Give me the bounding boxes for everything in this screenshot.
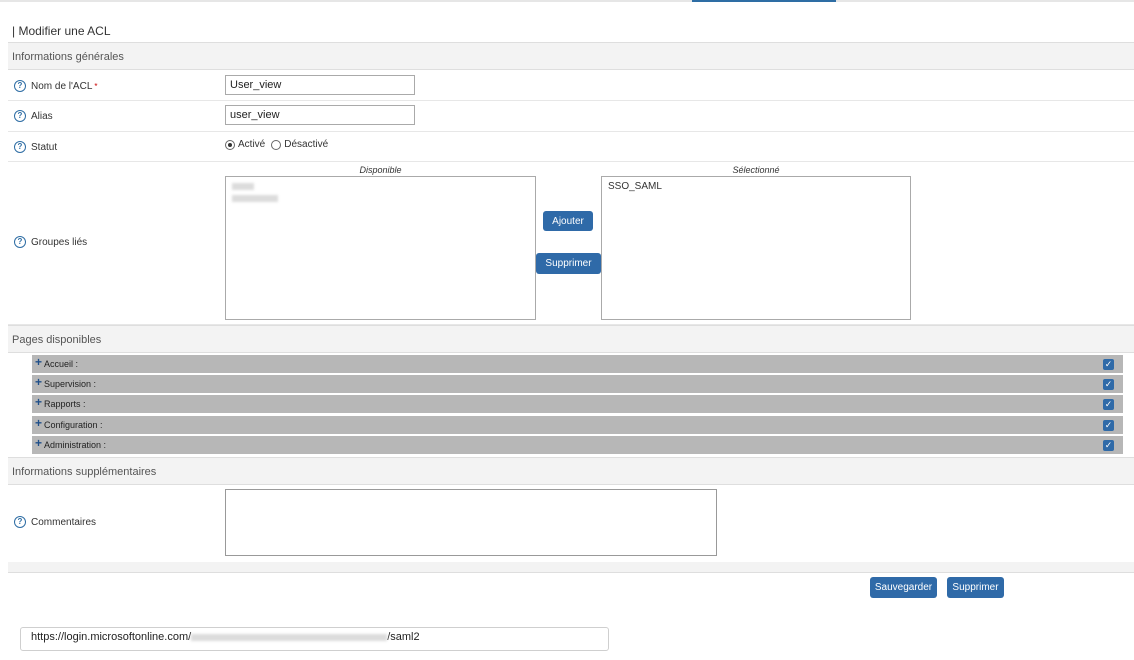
row-alias: ? Alias: [8, 101, 1134, 132]
page-label: Rapports :: [44, 399, 86, 409]
alias-label: ? Alias: [14, 110, 53, 122]
help-icon[interactable]: ?: [14, 80, 26, 92]
acl-name-label: ? Nom de l'ACL *: [14, 80, 98, 92]
comments-label-text: Commentaires: [31, 516, 97, 528]
page-checkbox[interactable]: ✓: [1103, 379, 1114, 390]
page-row-accueil[interactable]: + Accueil : ✓: [32, 355, 1123, 373]
help-icon[interactable]: ?: [14, 236, 26, 248]
section-extra-header: Informations supplémentaires: [8, 457, 1134, 485]
help-icon[interactable]: ?: [14, 110, 26, 122]
acl-name-input[interactable]: [225, 75, 415, 95]
status-radio-group: Activé Désactivé: [225, 139, 334, 150]
selected-caption: Sélectionné: [732, 165, 780, 175]
expand-plus-icon[interactable]: +: [35, 395, 42, 410]
status-label-text: Statut: [31, 141, 58, 153]
page-row-supervision[interactable]: + Supervision : ✓: [32, 375, 1123, 393]
save-button[interactable]: Sauvegarder: [870, 577, 937, 598]
page-checkbox[interactable]: ✓: [1103, 359, 1114, 370]
status-inactive-label[interactable]: Désactivé: [284, 139, 328, 150]
expand-plus-icon[interactable]: +: [35, 375, 42, 390]
alias-label-text: Alias: [31, 110, 53, 122]
page-label: Accueil :: [44, 359, 79, 369]
page-label: Administration :: [44, 440, 107, 450]
remove-group-button[interactable]: Supprimer: [536, 253, 601, 274]
page-title: | Modifier une ACL: [12, 24, 111, 38]
groups-label: ? Groupes liés: [14, 236, 87, 248]
alias-input[interactable]: [225, 105, 415, 125]
comments-textarea[interactable]: [225, 489, 717, 556]
page-label: Supervision :: [44, 379, 97, 389]
row-status: ? Statut Activé Désactivé: [8, 132, 1134, 162]
row-acl-name: ? Nom de l'ACL *: [8, 71, 1134, 101]
sso-url-field[interactable]: https://login.microsoftonline.com/ /saml2: [20, 627, 609, 651]
row-linked-groups: ? Groupes liés Disponible Ajouter Suppri…: [8, 162, 1134, 325]
help-icon[interactable]: ?: [14, 516, 26, 528]
delete-button[interactable]: Supprimer: [947, 577, 1004, 598]
top-border: [0, 0, 1134, 2]
add-group-button[interactable]: Ajouter: [543, 211, 593, 231]
selected-groups-list[interactable]: SSO_SAML: [601, 176, 911, 320]
list-item[interactable]: SSO_SAML: [608, 181, 904, 193]
status-active-label[interactable]: Activé: [238, 139, 265, 150]
comments-label: ? Commentaires: [14, 516, 96, 528]
expand-plus-icon[interactable]: +: [35, 355, 42, 370]
list-item[interactable]: [232, 193, 529, 205]
expand-plus-icon[interactable]: +: [35, 416, 42, 431]
groups-label-text: Groupes liés: [31, 236, 88, 248]
status-label: ? Statut: [14, 141, 57, 153]
help-icon[interactable]: ?: [14, 141, 26, 153]
section-pages-header: Pages disponibles: [8, 325, 1134, 353]
acl-name-label-text: Nom de l'ACL: [31, 80, 93, 92]
page-checkbox[interactable]: ✓: [1103, 440, 1114, 451]
list-item[interactable]: [232, 181, 529, 193]
required-mark: *: [94, 81, 98, 91]
status-active-radio[interactable]: [225, 139, 235, 150]
page-row-rapports[interactable]: + Rapports : ✓: [32, 395, 1123, 413]
url-suffix: /saml2: [387, 631, 420, 643]
available-caption: Disponible: [359, 165, 402, 175]
page-label: Configuration :: [44, 420, 103, 430]
form-footer-bar: [8, 562, 1134, 573]
status-inactive-radio[interactable]: [271, 139, 282, 150]
page-checkbox[interactable]: ✓: [1103, 420, 1114, 431]
page-row-configuration[interactable]: + Configuration : ✓: [32, 416, 1123, 434]
url-prefix: https://login.microsoftonline.com/: [31, 631, 192, 643]
page-row-administration[interactable]: + Administration : ✓: [32, 436, 1123, 454]
active-tab-indicator[interactable]: [692, 0, 836, 2]
url-redacted: [191, 633, 388, 641]
available-groups-list[interactable]: [225, 176, 536, 320]
section-general-header: Informations générales: [8, 42, 1134, 70]
expand-plus-icon[interactable]: +: [35, 436, 42, 451]
page-checkbox[interactable]: ✓: [1103, 399, 1114, 410]
